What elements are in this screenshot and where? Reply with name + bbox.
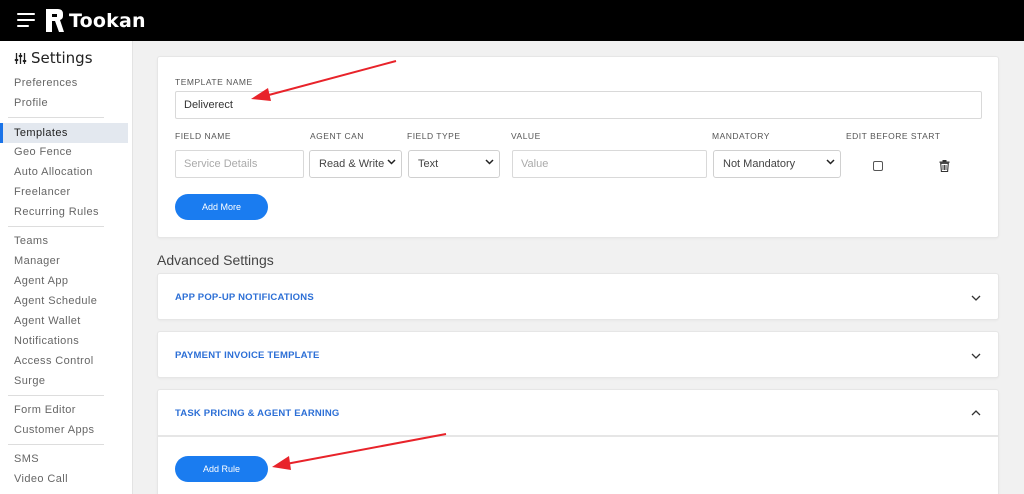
sidebar-item-profile[interactable]: Profile [0, 93, 128, 113]
header-edit-before-start: EDIT BEFORE START [846, 131, 941, 141]
agent-can-select[interactable]: Read & Write [309, 150, 402, 178]
top-bar: Tookan [0, 0, 1024, 41]
accordion-task-pricing-agent-earning[interactable]: TASK PRICING & AGENT EARNING [157, 389, 999, 436]
add-more-button[interactable]: Add More [175, 194, 268, 220]
header-agent-can: AGENT CAN [310, 131, 364, 141]
header-field-type: FIELD TYPE [407, 131, 461, 141]
field-type-value: Text [418, 158, 439, 170]
settings-title-label: Settings [31, 49, 93, 67]
settings-sidebar: Settings Preferences Profile Templates G… [0, 41, 133, 494]
sidebar-divider [8, 444, 104, 445]
sidebar-item-surge[interactable]: Surge [0, 371, 128, 391]
chevron-down-icon [387, 159, 396, 165]
advanced-settings-title: Advanced Settings [157, 252, 274, 268]
app-title: Tookan [69, 10, 146, 32]
sidebar-item-form-editor[interactable]: Form Editor [0, 400, 128, 420]
sidebar-divider [8, 117, 104, 118]
field-name-input[interactable] [175, 150, 304, 178]
accordion-title: APP POP-UP NOTIFICATIONS [175, 292, 314, 303]
sidebar-item-agent-app[interactable]: Agent App [0, 271, 128, 291]
sidebar-item-preferences[interactable]: Preferences [0, 73, 128, 93]
header-value: VALUE [511, 131, 541, 141]
tookan-logo-icon [46, 9, 64, 32]
add-rule-button[interactable]: Add Rule [175, 456, 268, 482]
mandatory-select[interactable]: Not Mandatory [713, 150, 841, 178]
sidebar-item-customer-apps[interactable]: Customer Apps [0, 420, 128, 440]
sidebar-item-auto-allocation[interactable]: Auto Allocation [0, 162, 128, 182]
chevron-down-icon[interactable] [971, 295, 981, 301]
sidebar-item-manager[interactable]: Manager [0, 251, 128, 271]
accordion-title: TASK PRICING & AGENT EARNING [175, 408, 340, 419]
field-type-select[interactable]: Text [408, 150, 500, 178]
template-name-label: TEMPLATE NAME [175, 77, 253, 87]
accordion-title: PAYMENT INVOICE TEMPLATE [175, 350, 320, 361]
mandatory-value: Not Mandatory [723, 158, 796, 170]
accordion-app-popup-notifications[interactable]: APP POP-UP NOTIFICATIONS [157, 273, 999, 320]
settings-title: Settings [14, 49, 93, 67]
sidebar-item-agent-schedule[interactable]: Agent Schedule [0, 291, 128, 311]
header-field-name: FIELD NAME [175, 131, 232, 141]
sidebar-item-sms[interactable]: SMS [0, 449, 128, 469]
chevron-up-icon[interactable] [971, 410, 981, 416]
value-input[interactable] [512, 150, 707, 178]
accordion-payment-invoice-template[interactable]: PAYMENT INVOICE TEMPLATE [157, 331, 999, 378]
sidebar-item-access-control[interactable]: Access Control [0, 351, 128, 371]
sidebar-item-freelancer[interactable]: Freelancer [0, 182, 128, 202]
chevron-down-icon[interactable] [971, 353, 981, 359]
menu-icon[interactable] [17, 13, 35, 27]
sidebar-divider [8, 395, 104, 396]
sidebar-item-teams[interactable]: Teams [0, 231, 128, 251]
sidebar-item-geo-fence[interactable]: Geo Fence [0, 142, 128, 162]
trash-icon[interactable] [939, 160, 950, 172]
chevron-down-icon [826, 159, 835, 165]
header-mandatory: MANDATORY [712, 131, 770, 141]
sidebar-item-templates[interactable]: Templates [0, 123, 128, 143]
sidebar-item-agent-wallet[interactable]: Agent Wallet [0, 311, 128, 331]
sliders-icon [14, 52, 27, 64]
template-card: TEMPLATE NAME FIELD NAME AGENT CAN FIELD… [157, 56, 999, 238]
agent-can-value: Read & Write [319, 158, 385, 170]
sidebar-item-video-call[interactable]: Video Call [0, 469, 128, 489]
task-pricing-panel: Add Rule [157, 436, 999, 494]
edit-before-start-checkbox[interactable] [873, 161, 883, 171]
template-name-input[interactable] [175, 91, 982, 119]
chevron-down-icon [485, 159, 494, 165]
sidebar-divider [8, 226, 104, 227]
sidebar-item-recurring-rules[interactable]: Recurring Rules [0, 202, 128, 222]
sidebar-item-notifications[interactable]: Notifications [0, 331, 128, 351]
